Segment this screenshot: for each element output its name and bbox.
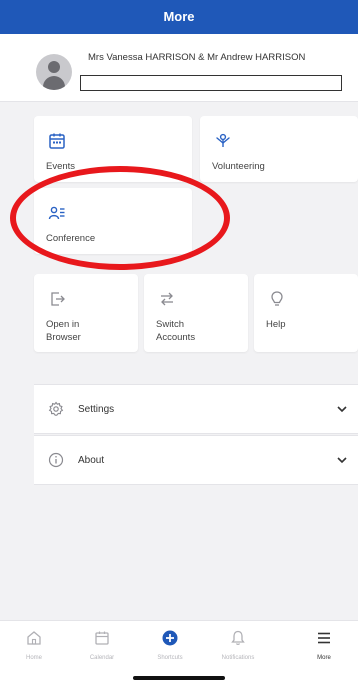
- tile-conference-label: Conference: [46, 233, 96, 244]
- tile-help-label: Help: [266, 319, 286, 330]
- tab-calendar-label: Calendar: [89, 655, 115, 661]
- tab-shortcuts-label: Shortcuts: [157, 655, 183, 661]
- tab-calendar[interactable]: Calendar: [72, 629, 132, 661]
- account-name: Mrs Vanessa HARRISON & Mr Andrew HARRISO…: [88, 52, 306, 63]
- volunteer-icon: [214, 132, 232, 150]
- menu-settings[interactable]: Settings: [34, 384, 358, 434]
- chevron-down-icon: [336, 454, 348, 466]
- tab-home-label: Home: [25, 655, 42, 661]
- tile-switch-accounts-label: Switch Accounts: [156, 319, 196, 343]
- tile-events-label: Events: [46, 161, 76, 172]
- home-icon: [25, 629, 43, 647]
- menu-settings-label: Settings: [78, 404, 115, 415]
- menu-icon: [315, 629, 333, 647]
- plus-circle-icon: [161, 629, 179, 647]
- tile-open-in-browser[interactable]: Open in Browser: [34, 274, 138, 352]
- tab-more[interactable]: More: [294, 629, 354, 661]
- tile-open-in-browser-label: Open in Browser: [46, 319, 81, 343]
- tile-help[interactable]: Help: [254, 274, 358, 352]
- tab-home[interactable]: Home: [4, 629, 64, 661]
- switch-icon: [158, 290, 176, 308]
- lightbulb-icon: [268, 290, 286, 308]
- gear-icon: [48, 401, 64, 417]
- calendar-icon: [48, 132, 66, 150]
- redacted-field: [80, 75, 342, 91]
- menu-about[interactable]: About: [34, 435, 358, 485]
- open-external-icon: [48, 290, 66, 308]
- tile-volunteering-label: Volunteering: [212, 161, 265, 172]
- tile-events[interactable]: Events: [34, 116, 192, 182]
- avatar: [36, 54, 72, 90]
- page-title: More: [163, 9, 195, 24]
- people-list-icon: [48, 204, 66, 222]
- tab-notifications[interactable]: Notifications: [208, 629, 268, 661]
- account-header[interactable]: Mrs Vanessa HARRISON & Mr Andrew HARRISO…: [0, 34, 358, 102]
- tab-shortcuts[interactable]: Shortcuts: [140, 629, 200, 661]
- info-icon: [48, 452, 64, 468]
- tile-conference[interactable]: Conference: [34, 188, 192, 254]
- tab-notifications-label: Notifications: [221, 655, 255, 661]
- tab-more-label: More: [317, 655, 331, 661]
- tile-volunteering[interactable]: Volunteering: [200, 116, 358, 182]
- calendar-icon: [93, 629, 111, 647]
- chevron-down-icon: [336, 403, 348, 415]
- bell-icon: [229, 629, 247, 647]
- tile-switch-accounts[interactable]: Switch Accounts: [144, 274, 248, 352]
- home-indicator: [133, 676, 225, 680]
- menu-about-label: About: [78, 455, 105, 466]
- top-header: More: [0, 0, 358, 34]
